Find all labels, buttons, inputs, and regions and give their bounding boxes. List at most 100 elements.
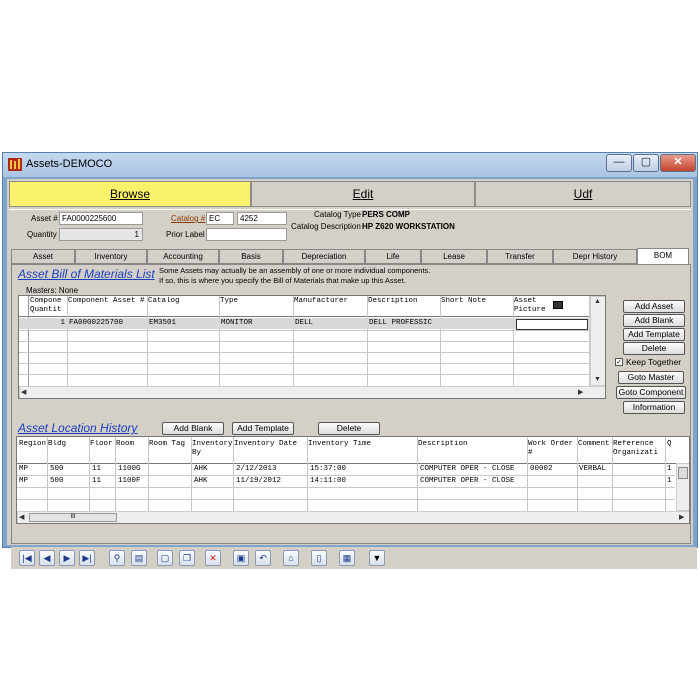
subtab-accounting[interactable]: Accounting [147, 249, 219, 264]
bom-row-manufacturer[interactable]: DELL [295, 318, 313, 329]
col-catalog[interactable]: Catalog [148, 297, 180, 306]
col-q[interactable]: Q [667, 440, 672, 449]
bom-vertical-scrollbar[interactable] [590, 296, 605, 386]
loc-row1-description[interactable]: COMPUTER OPER - CLOSE [420, 464, 527, 475]
bom-row-type[interactable]: MONITOR [221, 318, 253, 329]
col-short-note[interactable]: Short Note [441, 297, 486, 306]
subtab-inventory[interactable]: Inventory [75, 249, 147, 264]
location-delete-button[interactable]: Delete [318, 422, 380, 435]
loc-row2-floor[interactable]: 11 [92, 476, 101, 487]
find-icon[interactable]: ⚲ [109, 550, 125, 566]
scroll-left-arrow-icon[interactable]: ◀ [21, 389, 26, 397]
new-record-icon[interactable]: ▢ [157, 550, 173, 566]
subtab-life[interactable]: Life [365, 249, 421, 264]
subtab-transfer[interactable]: Transfer [487, 249, 553, 264]
location-scroll-left-icon[interactable]: ◀ [19, 514, 24, 522]
scroll-right-arrow-icon[interactable]: ▶ [578, 389, 583, 397]
bom-row-catalog[interactable]: EM3501 [149, 318, 176, 329]
loc-row2-by[interactable]: AHK [194, 476, 208, 487]
subtab-depreciation[interactable]: Depreciation [283, 249, 365, 264]
subtab-basis[interactable]: Basis [219, 249, 283, 264]
col-floor[interactable]: Floor [90, 440, 113, 449]
dropdown-menu-icon[interactable]: ▼ [369, 550, 385, 566]
goto-master-button[interactable]: Goto Master [618, 371, 684, 384]
prior-label-field[interactable] [206, 228, 287, 241]
location-grid[interactable]: Region Bldg Floor Room Room Tag Inventor… [16, 436, 690, 524]
add-asset-button[interactable]: Add Asset [623, 300, 685, 313]
quantity-field[interactable]: 1 [59, 228, 143, 241]
scroll-up-arrow-icon[interactable]: ▲ [594, 298, 601, 306]
tab-edit[interactable]: Edit [251, 181, 475, 207]
subtab-asset[interactable]: Asset [11, 249, 75, 264]
bom-row-component[interactable]: FA0000225700 [69, 318, 123, 329]
location-history-title[interactable]: Asset Location History [18, 421, 137, 435]
location-scroll-right-icon[interactable]: ▶ [679, 514, 684, 522]
minimize-button[interactable]: — [606, 154, 632, 172]
last-record-icon[interactable]: ▶| [79, 550, 95, 566]
col-manufacturer[interactable]: Manufacturer [294, 297, 348, 306]
loc-row1-time[interactable]: 15:37:00 [310, 464, 346, 475]
maximize-button[interactable]: ▢ [633, 154, 659, 172]
location-add-template-button[interactable]: Add Template [232, 422, 294, 435]
loc-row2-description[interactable]: COMPUTER OPER - CLOSE [420, 476, 527, 487]
col-inventory-date[interactable]: Inventory Date [234, 440, 297, 449]
bom-horizontal-scrollbar[interactable] [19, 386, 605, 398]
tab-udf[interactable]: Udf [475, 181, 691, 207]
save-icon[interactable]: ▣ [233, 550, 249, 566]
col-region[interactable]: Region [19, 440, 46, 449]
loc-row1-work-order[interactable]: 00002 [530, 464, 553, 475]
tab-browse[interactable]: Browse [9, 181, 251, 207]
title-bar[interactable]: Assets-DEMOCO — ▢ ✕ [3, 153, 697, 177]
loc-row1-by[interactable]: AHK [194, 464, 208, 475]
copy-record-icon[interactable]: ❐ [179, 550, 195, 566]
report-icon[interactable]: ▤ [131, 550, 147, 566]
col-component-quantity[interactable]: Compone Quantit [30, 297, 67, 315]
loc-row1-bldg[interactable]: 500 [50, 464, 64, 475]
bom-grid[interactable]: Compone Quantit Component Asset # Catalo… [18, 295, 606, 399]
subtab-depr-history[interactable]: Depr History [553, 249, 637, 264]
col-work-order[interactable]: Work Order # [528, 440, 576, 458]
location-horizontal-scrollbar[interactable] [17, 511, 689, 523]
add-blank-button[interactable]: Add Blank [623, 314, 685, 327]
location-hscroll-thumb[interactable]: III [29, 513, 117, 522]
delete-button[interactable]: Delete [623, 342, 685, 355]
col-bldg[interactable]: Bldg [48, 440, 66, 449]
loc-row1-room[interactable]: 1100G [118, 464, 141, 475]
location-add-blank-button[interactable]: Add Blank [162, 422, 224, 435]
col-room[interactable]: Room [116, 440, 134, 449]
export-icon[interactable]: ▦ [339, 550, 355, 566]
next-record-icon[interactable]: ▶ [59, 550, 75, 566]
col-description[interactable]: Description [368, 297, 418, 306]
keep-together-checkbox[interactable]: ✓ [615, 358, 623, 366]
loc-row2-region[interactable]: MP [19, 476, 28, 487]
loc-row1-region[interactable]: MP [19, 464, 28, 475]
bom-row-picture[interactable] [516, 319, 588, 330]
loc-row2-q[interactable]: 1 [667, 476, 672, 487]
loc-row1-floor[interactable]: 11 [92, 464, 101, 475]
loc-row2-date[interactable]: 11/19/2012 [236, 476, 281, 487]
col-asset-picture[interactable]: Asset Picture [514, 297, 554, 315]
asset-number-field[interactable]: FA0000225600 [59, 212, 143, 225]
bom-title[interactable]: Asset Bill of Materials List [18, 267, 155, 281]
col-description[interactable]: Description [418, 440, 468, 449]
col-type[interactable]: Type [220, 297, 238, 306]
bom-row-qty[interactable]: 1 [30, 318, 65, 329]
goto-component-button[interactable]: Goto Component [616, 386, 686, 399]
catalog-link[interactable]: Catalog # [171, 214, 205, 223]
close-button[interactable]: ✕ [660, 154, 696, 172]
undo-icon[interactable]: ↶ [255, 550, 271, 566]
loc-row1-date[interactable]: 2/12/2013 [236, 464, 277, 475]
delete-record-icon[interactable]: ✕ [205, 550, 221, 566]
loc-row1-comment[interactable]: VERBAL [579, 464, 606, 475]
home-icon[interactable]: ⌂ [283, 550, 299, 566]
col-inventory-by[interactable]: Inventory By [192, 440, 233, 458]
loc-row1-q[interactable]: 1 [667, 464, 672, 475]
subtab-bom[interactable]: BOM [637, 248, 689, 264]
catalog-number-field[interactable]: 4252 [237, 212, 287, 225]
subtab-lease[interactable]: Lease [421, 249, 487, 264]
col-inventory-time[interactable]: Inventory Time [308, 440, 371, 449]
location-scroll-thumb[interactable] [678, 467, 688, 479]
col-reference-organization[interactable]: Reference Organizati [613, 440, 665, 458]
col-room-tag[interactable]: Room Tag [149, 440, 185, 449]
scroll-down-arrow-icon[interactable]: ▼ [594, 376, 601, 384]
